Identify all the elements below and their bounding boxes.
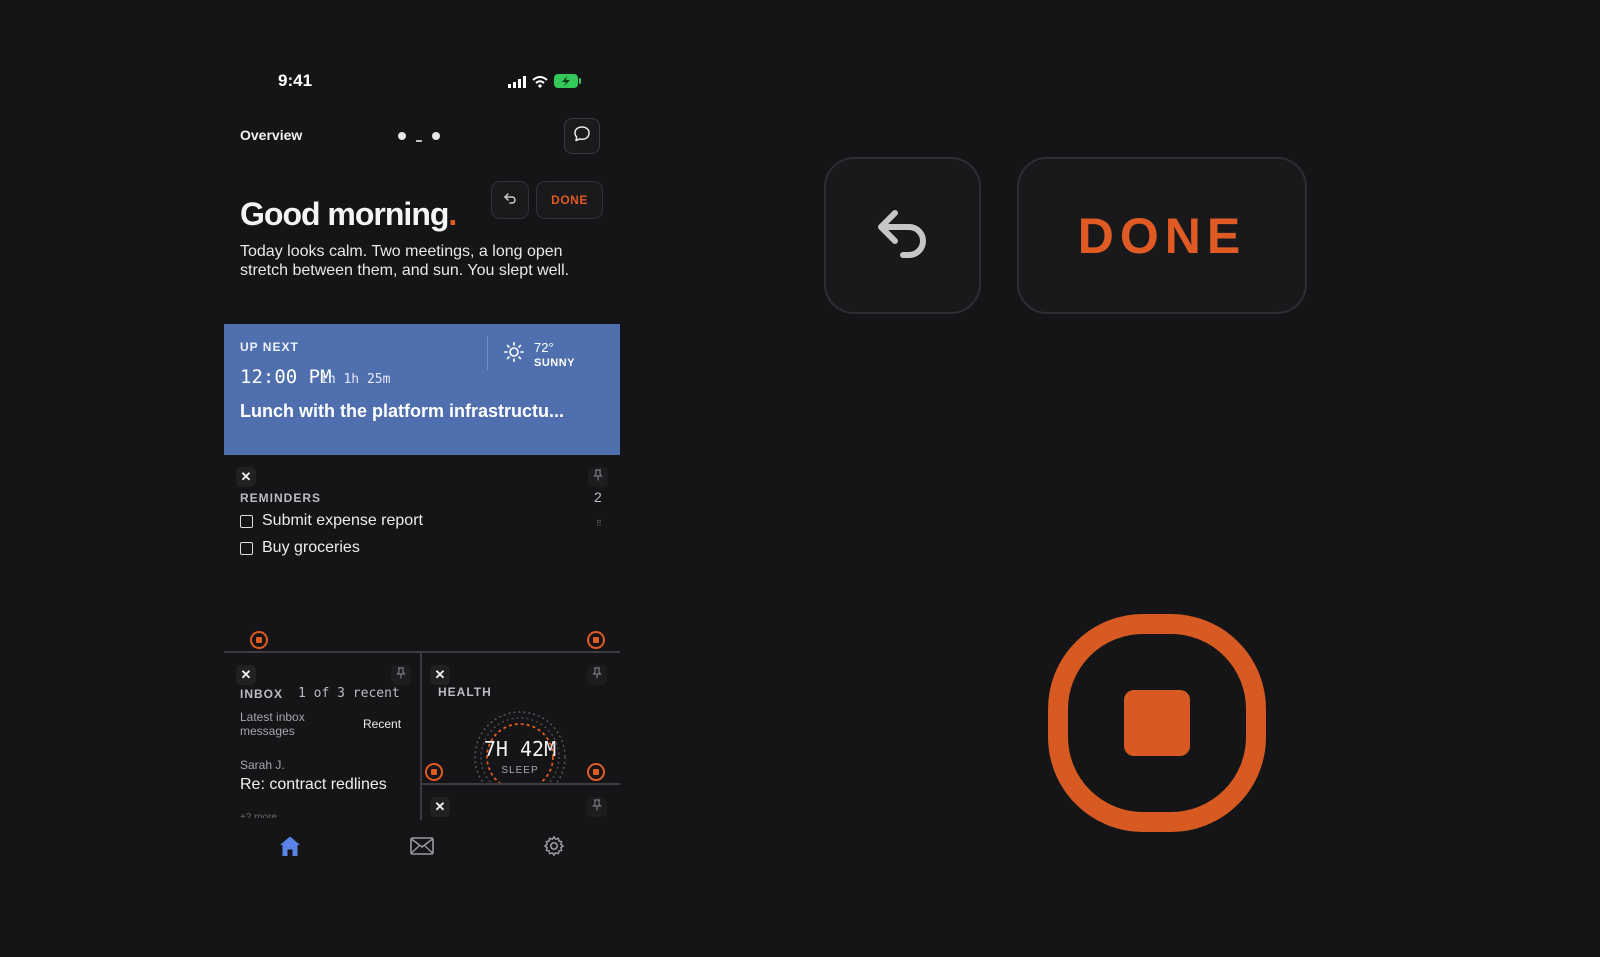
remove-widget-button[interactable]: ✕ [236,665,256,685]
reminder-text: Submit expense report [262,512,423,529]
pin-widget-button[interactable] [588,467,608,487]
pin-icon [592,798,602,816]
gear-icon [543,835,565,862]
message-sender: Sarah J. [240,758,285,772]
resize-handle-zoomed[interactable] [1048,614,1266,832]
up-next-card[interactable]: UP NEXT 12:00 PM in 1h 25m Lunch with th… [224,324,620,455]
greeting-text: Good morning [240,196,449,232]
page-indicator[interactable] [398,130,440,142]
inbox-label: INBOX [240,687,284,701]
more-messages[interactable]: +2 more [240,812,277,818]
close-icon: ✕ [434,667,446,682]
reminder-checkbox[interactable] [240,541,253,555]
day-summary: Today looks calm. Two meetings, a long o… [240,243,570,279]
undo-button[interactable] [491,181,529,219]
reminder-item[interactable]: Submit expense report [240,512,423,530]
done-button-zoomed[interactable]: DONE [1017,157,1307,314]
up-next-label: UP NEXT [240,340,299,354]
message-subject[interactable]: Re: contract redlines [240,776,387,794]
greeting-title: Good morning. [240,196,457,233]
widget-divider [224,651,620,653]
page-dot [432,132,440,140]
pin-widget-button[interactable] [587,665,607,685]
chat-button[interactable] [564,118,600,154]
tab-bar [224,820,620,884]
weather-divider [487,336,488,370]
reminder-text: Buy groceries [262,539,360,556]
event-title: Lunch with the platform infrastructu... [240,401,564,421]
resize-handle[interactable] [250,631,268,649]
page-dot-active [416,140,422,142]
tab-settings[interactable] [540,834,568,862]
chat-bubble-icon [573,125,591,148]
battery-icon [554,74,582,93]
resize-handle[interactable] [587,631,605,649]
event-relative-time: in 1h 25m [320,372,391,387]
greeting-accent: . [448,196,457,232]
undo-icon [503,191,517,210]
resize-handle[interactable] [587,763,605,781]
page-dot [398,132,406,140]
widget-divider [422,783,620,785]
tab-home[interactable] [276,834,304,862]
close-icon: ✕ [434,799,446,814]
sun-icon [504,342,525,367]
home-icon [278,835,302,862]
status-time: 9:41 [278,71,313,90]
weather-temperature: 72° [534,340,554,355]
sleep-value: 7H 42M [483,737,557,761]
tab-mail[interactable] [408,834,436,862]
close-icon: ✕ [240,667,252,682]
remove-widget-button[interactable]: ✕ [430,797,450,817]
event-time: 12:00 PM [240,366,332,388]
resize-handle-core [1124,690,1190,756]
pin-widget-button[interactable] [391,665,411,685]
sleep-metric-label: SLEEP [501,765,539,776]
status-icons [508,74,582,93]
signal-icon [508,75,526,93]
pin-icon [396,666,406,684]
pin-widget-button[interactable] [587,797,607,817]
remove-widget-button[interactable]: ✕ [236,467,256,487]
remove-widget-button[interactable]: ✕ [430,665,450,685]
undo-icon [873,205,933,266]
done-button[interactable]: DONE [536,181,603,219]
reminders-label: REMINDERS [240,491,322,505]
pin-icon [592,666,602,684]
phone-screen: 9:41 Overview DONE Good morning. Today l… [224,0,620,957]
reminders-count: 2 [594,489,602,505]
inbox-description: Latest inbox messages [240,710,305,738]
reminder-checkbox[interactable] [240,514,253,528]
page-title: Overview [240,127,303,143]
pin-icon [593,468,603,486]
weather-condition: SUNNY [534,357,576,369]
reminder-item[interactable]: Buy groceries [240,539,360,557]
inbox-filter[interactable]: Recent [363,717,401,731]
drag-grip-icon[interactable]: ⠿ [596,519,602,528]
resize-handle[interactable] [425,763,443,781]
widget-divider [420,653,422,820]
health-label: HEALTH [438,685,492,699]
close-icon: ✕ [240,469,252,484]
wifi-icon [532,75,548,93]
mail-icon [410,836,434,860]
undo-button-zoomed[interactable] [824,157,981,314]
inbox-count: 1 of 3 recent [298,686,400,701]
